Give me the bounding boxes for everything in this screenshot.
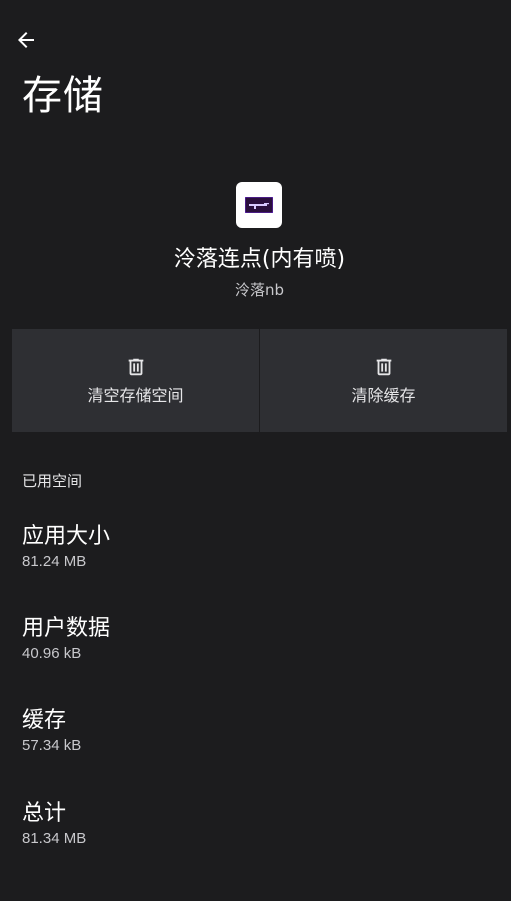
trash-icon xyxy=(372,355,396,379)
used-space-header: 已用空间 xyxy=(22,472,83,490)
clear-storage-label: 清空存储空间 xyxy=(87,385,184,405)
storage-item-label: 用户数据 xyxy=(22,616,111,641)
clear-storage-button[interactable]: 清空存储空间 xyxy=(12,329,259,432)
storage-item-value: 40.96 kB xyxy=(22,645,82,662)
storage-item-label: 应用大小 xyxy=(22,524,111,549)
back-button[interactable] xyxy=(12,26,40,54)
storage-actions: 清空存储空间 清除缓存 xyxy=(12,329,507,432)
clear-cache-button[interactable]: 清除缓存 xyxy=(259,329,507,432)
app-logo-icon xyxy=(236,182,282,228)
storage-item-total: 总计 81.34 MB xyxy=(22,799,492,849)
storage-item-user-data: 用户数据 40.96 kB xyxy=(22,614,492,664)
storage-item-app-size: 应用大小 81.24 MB xyxy=(22,522,492,572)
storage-item-label: 总计 xyxy=(22,801,67,826)
page-title: 存储 xyxy=(22,73,104,119)
app-name: 泠落连点(内有喷) xyxy=(173,247,346,272)
clear-cache-label: 清除缓存 xyxy=(351,385,416,405)
arrow-left-icon xyxy=(18,32,34,48)
trash-icon xyxy=(124,355,148,379)
storage-item-cache: 缓存 57.34 kB xyxy=(22,706,492,756)
app-developer: 泠落nb xyxy=(234,281,285,299)
storage-item-value: 81.24 MB xyxy=(22,553,87,570)
storage-item-label: 缓存 xyxy=(22,708,67,733)
storage-item-value: 57.34 kB xyxy=(22,737,82,754)
storage-item-value: 81.34 MB xyxy=(22,830,87,847)
